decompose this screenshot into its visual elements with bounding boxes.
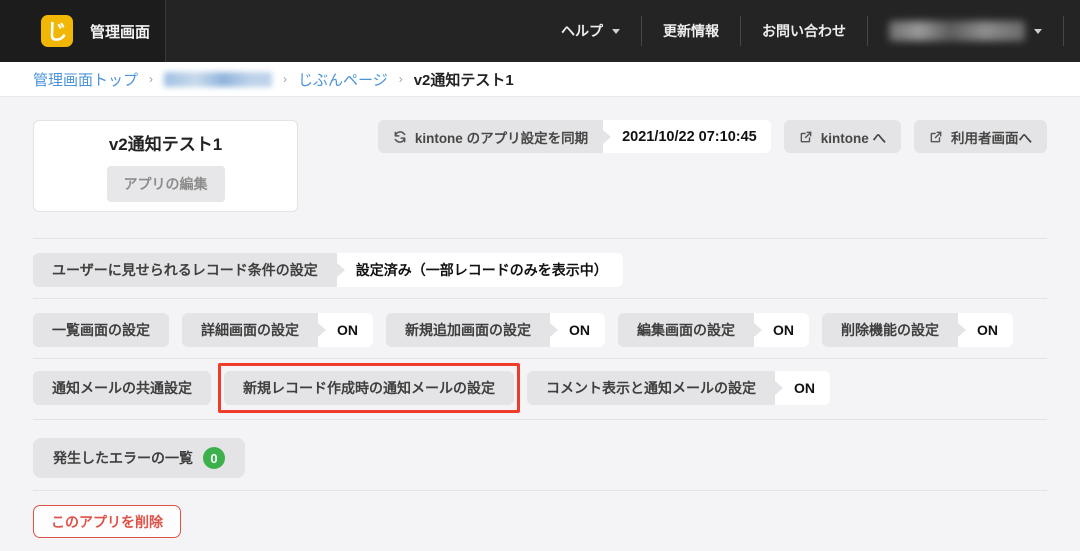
- record-visibility-row: ユーザーに見せられるレコード条件の設定 設定済み（一部レコードのみを表示中）: [33, 253, 1047, 287]
- breadcrumb-separator: ›: [399, 72, 403, 86]
- delete-row: このアプリを削除: [33, 505, 1047, 538]
- sync-group: kintone のアプリ設定を同期 2021/10/22 07:10:45: [378, 120, 771, 153]
- screen-settings-row: 一覧画面の設定 詳細画面の設定 ON 新規追加画面の設定 ON 編集画面の設定 …: [33, 313, 1047, 347]
- refresh-icon: [393, 130, 407, 144]
- open-user-site-button[interactable]: 利用者画面へ: [914, 120, 1047, 153]
- error-list-button[interactable]: 発生したエラーの一覧 0: [33, 438, 245, 478]
- toolbar: kintone のアプリ設定を同期 2021/10/22 07:10:45 ki…: [378, 120, 1047, 153]
- notification-settings-row: 通知メールの共通設定 新規レコード作成時の通知メールの設定 コメント表示と通知メ…: [33, 371, 1047, 405]
- updates-link-label: 更新情報: [663, 21, 719, 41]
- status-badge: ON: [318, 313, 373, 347]
- delete-function-settings-button[interactable]: 削除機能の設定: [822, 313, 958, 347]
- help-menu[interactable]: ヘルプ: [540, 0, 641, 62]
- highlight-annotation-box: 新規レコード作成時の通知メールの設定: [224, 371, 514, 405]
- status-badge: ON: [550, 313, 605, 347]
- open-kintone-label: kintone へ: [821, 127, 886, 147]
- last-synced-timestamp: 2021/10/22 07:10:45: [603, 120, 771, 153]
- new-record-notification-settings-button[interactable]: 新規レコード作成時の通知メールの設定: [224, 371, 514, 405]
- detail-screen-settings-button[interactable]: 詳細画面の設定: [182, 313, 318, 347]
- help-menu-label: ヘルプ: [561, 21, 603, 41]
- breadcrumb: 管理画面トップ › › じぶんページ › v2通知テスト1: [0, 62, 1080, 97]
- open-kintone-button[interactable]: kintone へ: [784, 120, 901, 153]
- errors-row: 発生したエラーの一覧 0: [33, 438, 1047, 478]
- error-count-badge: 0: [203, 447, 225, 469]
- edit-screen-settings-button[interactable]: 編集画面の設定: [618, 313, 754, 347]
- breadcrumb-separator: ›: [149, 72, 153, 86]
- top-header: じ 管理画面 ヘルプ 更新情報 お問い合わせ: [0, 0, 1080, 62]
- record-visibility-status: 設定済み（一部レコードのみを表示中）: [337, 253, 623, 287]
- chevron-down-icon: [1034, 29, 1042, 34]
- app-logo-icon[interactable]: じ: [41, 15, 73, 47]
- section-divider: [33, 490, 1047, 491]
- breadcrumb-current: v2通知テスト1: [414, 69, 514, 90]
- section-divider: [33, 419, 1047, 420]
- main-content: v2通知テスト1 アプリの編集 kintone のアプリ設定を同期 2021/1…: [0, 120, 1080, 538]
- breadcrumb-admin-top[interactable]: 管理画面トップ: [33, 69, 138, 90]
- list-screen-settings-button[interactable]: 一覧画面の設定: [33, 313, 169, 347]
- contact-link-label: お問い合わせ: [762, 21, 846, 41]
- external-link-icon: [799, 130, 813, 144]
- status-badge: ON: [754, 313, 809, 347]
- sync-settings-label: kintone のアプリ設定を同期: [415, 127, 588, 147]
- add-screen-settings-button[interactable]: 新規追加画面の設定: [386, 313, 550, 347]
- status-badge: ON: [775, 371, 830, 405]
- breadcrumb-separator: ›: [283, 72, 287, 86]
- record-visibility-settings-button[interactable]: ユーザーに見せられるレコード条件の設定: [33, 253, 337, 287]
- section-divider: [33, 238, 1047, 239]
- app-title: v2通知テスト1: [109, 130, 222, 155]
- open-user-site-label: 利用者画面へ: [951, 127, 1032, 147]
- chevron-down-icon: [612, 29, 620, 34]
- header-nav: ヘルプ 更新情報 お問い合わせ: [540, 0, 1080, 62]
- header-title: 管理画面: [90, 21, 150, 42]
- section-divider: [33, 298, 1047, 299]
- redacted-breadcrumb-item[interactable]: [164, 72, 272, 87]
- header-divider: [1063, 16, 1064, 46]
- common-notification-settings-button[interactable]: 通知メールの共通設定: [33, 371, 211, 405]
- section-divider: [33, 358, 1047, 359]
- edit-app-button[interactable]: アプリの編集: [107, 166, 225, 202]
- delete-app-button[interactable]: このアプリを削除: [33, 505, 181, 538]
- sync-settings-button[interactable]: kintone のアプリ設定を同期: [378, 120, 603, 153]
- redacted-username: [889, 21, 1025, 41]
- status-badge: ON: [958, 313, 1013, 347]
- updates-link[interactable]: 更新情報: [642, 0, 740, 62]
- user-account-menu[interactable]: [868, 0, 1063, 62]
- error-list-label: 発生したエラーの一覧: [53, 448, 193, 468]
- breadcrumb-my-page[interactable]: じぶんページ: [298, 69, 388, 90]
- app-card: v2通知テスト1 アプリの編集: [33, 120, 298, 212]
- contact-link[interactable]: お問い合わせ: [741, 0, 867, 62]
- comment-notification-settings-button[interactable]: コメント表示と通知メールの設定: [527, 371, 775, 405]
- header-brand: じ 管理画面: [0, 0, 166, 62]
- external-link-icon: [929, 130, 943, 144]
